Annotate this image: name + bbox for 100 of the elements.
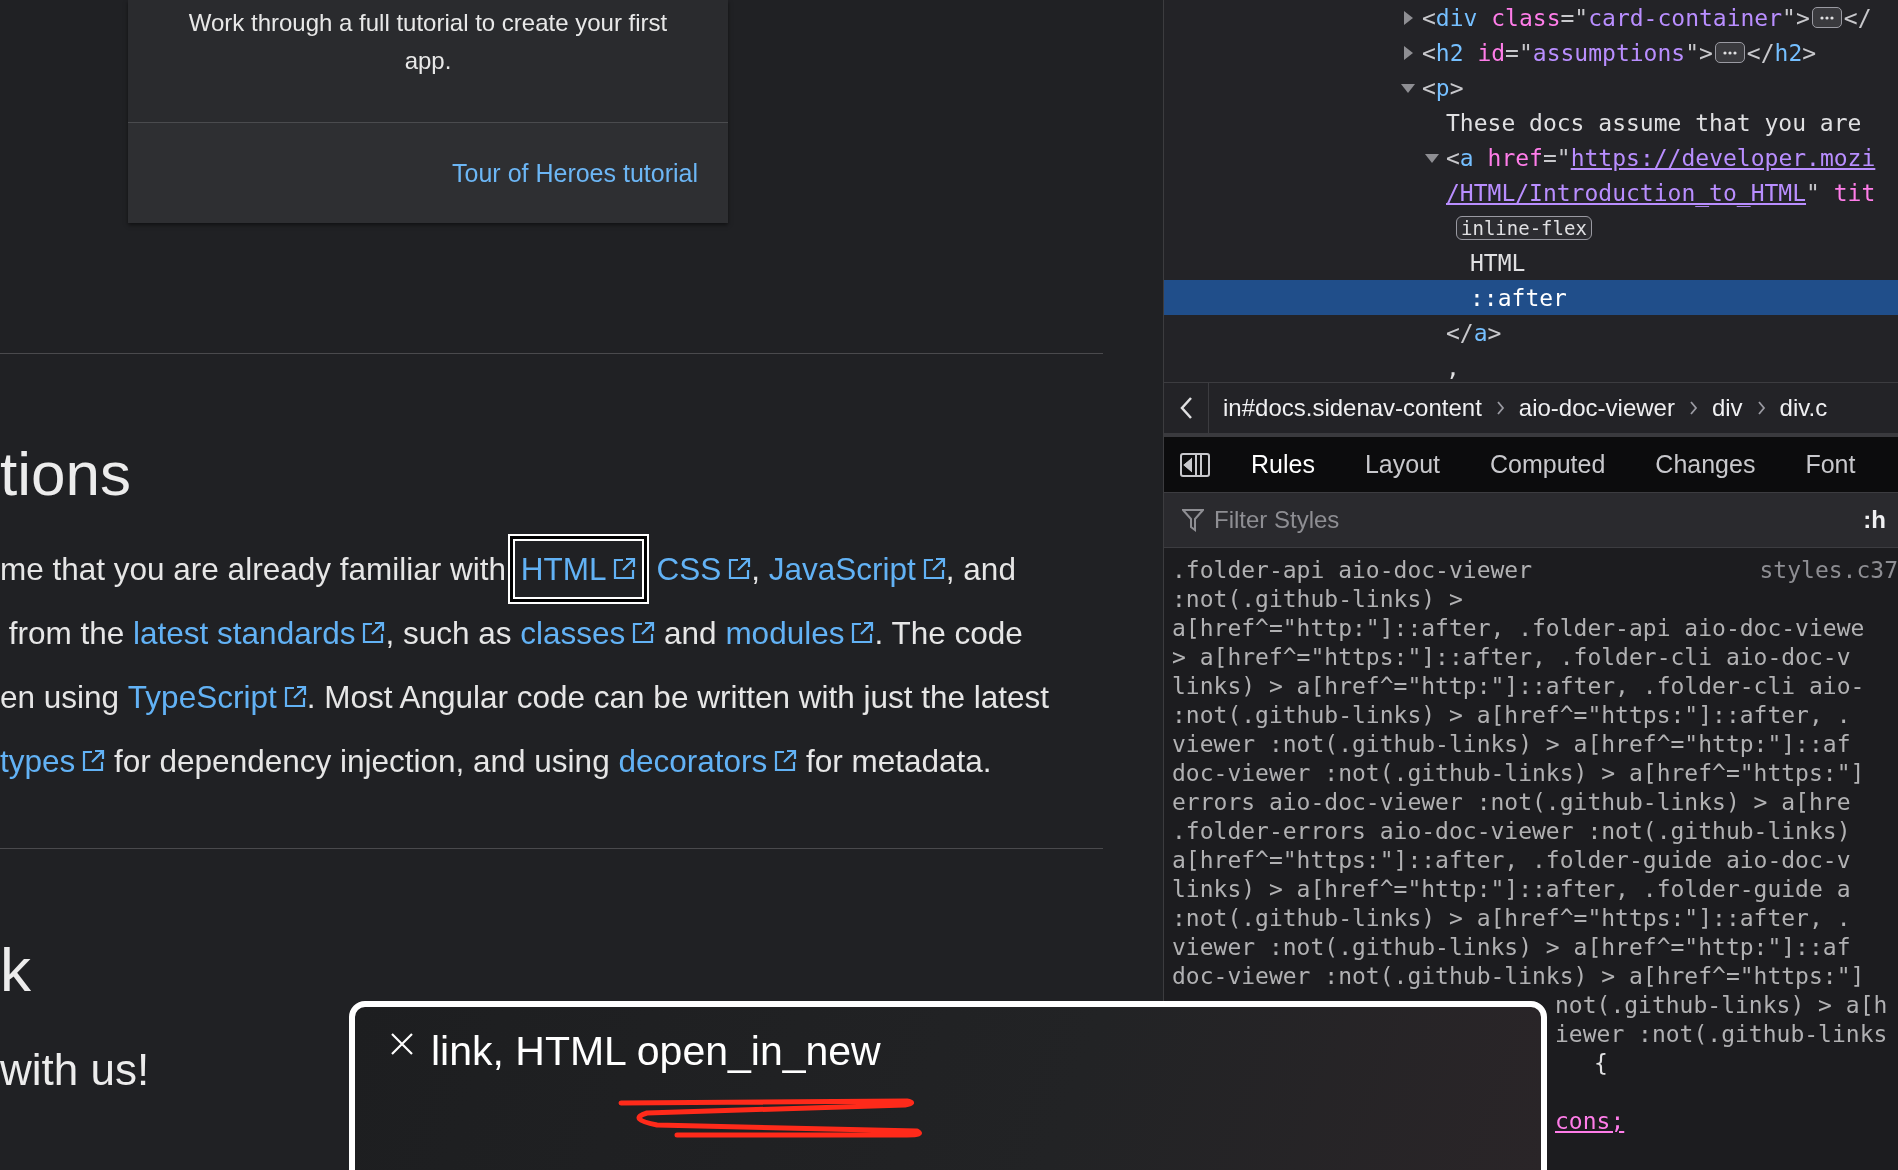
paragraph-line: me that you are already familiar with HTML CSS , JavaScript , and	[0, 544, 1163, 594]
breadcrumb[interactable]: aio-doc-viewer	[1518, 394, 1675, 422]
css-selector-line: :not(.github-links) > a[href^="https:"]::after, .	[1172, 701, 1851, 730]
markup-token: p	[1435, 74, 1450, 101]
external-link[interactable]: HTML	[514, 541, 643, 597]
card-text: app.	[404, 46, 452, 76]
markup-node-continuation[interactable]: inline-flex	[1164, 210, 1898, 245]
markup-link[interactable]: https://developer.mozi	[1570, 144, 1876, 171]
markup-token: a	[1473, 319, 1488, 346]
markup-token: >	[1802, 39, 1817, 66]
markup-node-row[interactable]: ::after	[1164, 280, 1898, 315]
markup-node-row[interactable]: <h2 id="assumptions"> </h2>	[1164, 35, 1898, 70]
sidebar-tab[interactable]: Font	[1780, 437, 1881, 492]
external-link-icon	[773, 749, 798, 773]
pseudo-class-toggle[interactable]: :h	[1863, 506, 1886, 534]
sidebar-tab[interactable]: Computed	[1465, 437, 1631, 492]
css-brace: {	[1594, 1049, 1608, 1078]
external-link-icon	[850, 621, 875, 645]
popup-text: link, HTML open_in_new	[431, 1027, 881, 1075]
css-selector-line: :not(.github-links) >	[1172, 585, 1463, 614]
paragraph-line: en using TypeScript . Most Angular code can be written with just the latest	[0, 672, 1163, 722]
css-selector-line: viewer :not(.github-links) > a[href^="http:"]::af	[1172, 933, 1851, 962]
css-selector-line: links) > a[href^="http:"]::after, .folder-cli aio-	[1172, 672, 1865, 701]
chevron-right-icon	[1495, 401, 1505, 415]
collapsed-content-badge[interactable]	[1714, 42, 1745, 63]
markup-token: <	[1422, 39, 1436, 66]
external-link-icon	[631, 621, 656, 645]
markup-token: class	[1490, 4, 1561, 31]
css-selector-line: errors aio-doc-viewer :not(.github-links) > a[hre	[1172, 788, 1851, 817]
card-text: Work through a full tutorial to create your first	[188, 8, 668, 38]
chevron-left-icon[interactable]	[1179, 396, 1193, 420]
markup-token: >	[1449, 74, 1464, 101]
css-selector-line: viewer :not(.github-links) > a[href^="http:"]::af	[1172, 730, 1851, 759]
markup-token: card-container	[1588, 4, 1783, 31]
markup-token: h2	[1774, 39, 1803, 66]
markup-token: ="	[1542, 144, 1571, 171]
markup-node-row[interactable]: <p>	[1164, 70, 1898, 105]
external-link-icon	[612, 557, 637, 581]
css-value: cons;	[1555, 1107, 1625, 1136]
collapsed-content-badge[interactable]	[1811, 7, 1842, 28]
section-heading: tions	[0, 438, 131, 510]
paragraph-line: from the latest standards , such as classes and modules . The code	[0, 608, 1163, 658]
close-icon[interactable]	[389, 1031, 415, 1057]
filter-styles-field[interactable]: Filter Styles :h	[1164, 492, 1898, 548]
markup-token: assumptions	[1532, 39, 1686, 66]
external-link-icon	[282, 685, 307, 709]
markup-token: ">	[1782, 4, 1810, 31]
markup-token: </	[1746, 39, 1775, 66]
stylesheet-link[interactable]: styles.c37	[1759, 556, 1898, 585]
markup-token: "	[1806, 179, 1820, 206]
markup-token: </	[1446, 319, 1474, 346]
markup-node-row[interactable]: <a href="https://developer.mozi	[1164, 140, 1898, 175]
markup-token: href	[1486, 144, 1543, 171]
markup-token: ="	[1560, 4, 1589, 31]
markup-token: >	[1487, 319, 1502, 346]
markup-node-row[interactable]: <div class="card-container"> </	[1164, 0, 1898, 35]
css-selector-line: a[href^="https:"]::after, .folder-guide aio-doc-v	[1172, 846, 1851, 875]
card-link[interactable]: Tour of Heroes tutorial	[452, 158, 698, 188]
css-selector-line: .folder-api aio-doc-viewer	[1172, 556, 1533, 585]
markup-node-row[interactable]: HTML	[1164, 245, 1898, 280]
external-link[interactable]: decorators	[612, 733, 804, 789]
breadcrumb[interactable]: div	[1711, 394, 1743, 422]
external-link-icon	[921, 557, 946, 581]
sidebar-tab[interactable]: Changes	[1630, 437, 1781, 492]
markup-token: </	[1843, 4, 1872, 31]
markup-token: tit	[1832, 179, 1876, 206]
section-heading: k	[0, 934, 31, 1006]
breadcrumb[interactable]: in#docs.sidenav-content	[1223, 394, 1482, 422]
markup-node-row[interactable]: These docs assume that you are	[1164, 105, 1898, 140]
markup-token: id	[1476, 39, 1506, 66]
css-selector-line: links) > a[href^="http:"]::after, .folder-guide a	[1172, 875, 1851, 904]
markup-token: <	[1422, 4, 1436, 31]
css-selector-line: a[href^="http:"]::after, .folder-api aio-doc-viewe	[1172, 614, 1865, 643]
markup-token: These docs assume that you are	[1446, 109, 1862, 136]
markup-token: a	[1459, 144, 1474, 171]
markup-token: h2	[1435, 39, 1464, 66]
breadcrumb[interactable]: div.c	[1779, 394, 1828, 422]
css-selector-line: .folder-errors aio-doc-viewer :not(.github-links)	[1172, 817, 1851, 846]
markup-link[interactable]: /HTML/Introduction_to_HTML	[1446, 179, 1807, 206]
markup-token: HTML	[1470, 249, 1526, 276]
markup-token: div	[1435, 4, 1478, 31]
markup-token: ::after	[1470, 284, 1567, 311]
css-selector-line: not(.github-links) > a[h	[1555, 991, 1888, 1020]
markup-node-row[interactable]: ,	[1164, 350, 1898, 382]
external-link-icon	[727, 557, 752, 581]
sidebar-toggle-icon[interactable]	[1180, 452, 1210, 477]
external-link-icon	[361, 621, 386, 645]
markup-token: ="	[1505, 39, 1533, 66]
css-selector-line: > a[href^="https:"]::after, .folder-cli aio-doc-v	[1172, 643, 1851, 672]
chevron-right-icon	[1756, 401, 1766, 415]
css-selector-line: doc-viewer :not(.github-links) > a[href^="https:"]	[1172, 759, 1865, 788]
markup-token: <	[1446, 144, 1460, 171]
external-link[interactable]: classes	[514, 605, 662, 661]
chevron-right-icon	[1688, 401, 1698, 415]
markup-node-continuation[interactable]: /HTML/Introduction_to_HTML" tit	[1164, 175, 1898, 210]
external-link[interactable]: types	[0, 733, 112, 789]
subheading: with us!	[0, 1044, 150, 1096]
display-badge[interactable]: inline-flex	[1456, 215, 1592, 240]
external-link-icon	[81, 749, 106, 773]
sidebar-tab[interactable]: Layout	[1339, 437, 1465, 492]
